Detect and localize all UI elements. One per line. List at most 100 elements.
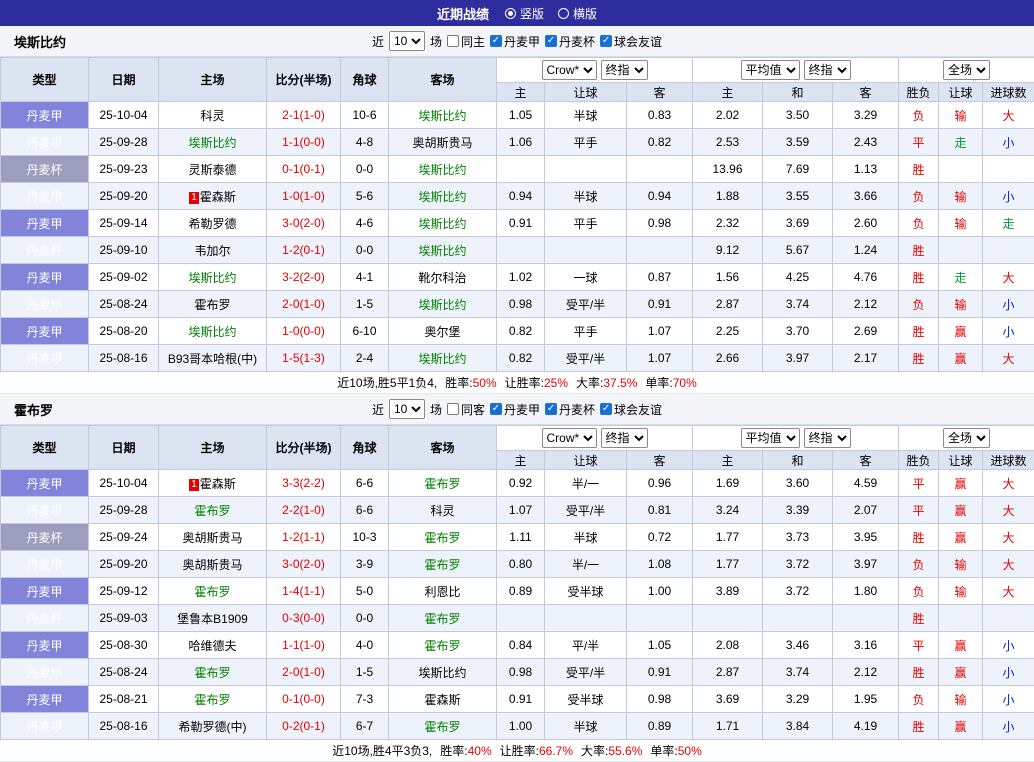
away-team-cell[interactable]: 霍布罗	[389, 713, 497, 740]
away-team-name[interactable]: 霍布罗	[424, 720, 460, 734]
away-team-name[interactable]: 埃斯比约	[418, 298, 466, 312]
home-team-name[interactable]: 奥胡斯贵马	[182, 531, 242, 545]
home-team-cell[interactable]: 哈维德夫	[159, 632, 267, 659]
home-team-cell[interactable]: 奥胡斯贵马	[159, 551, 267, 578]
away-team-name[interactable]: 霍布罗	[424, 639, 460, 653]
home-team-name[interactable]: B93哥本哈根(中)	[168, 352, 257, 366]
home-team-name[interactable]: 灵斯泰德	[188, 163, 236, 177]
home-team-name[interactable]: 堡鲁本B1909	[177, 612, 248, 626]
home-team-cell[interactable]: 希勒罗德(中)	[159, 713, 267, 740]
bookmaker-select[interactable]: Crow*	[542, 60, 597, 80]
home-team-cell[interactable]: 埃斯比约	[159, 318, 267, 345]
away-team-cell[interactable]: 埃斯比约	[389, 183, 497, 210]
bookmaker-select[interactable]: Crow*	[542, 428, 597, 448]
away-team-name[interactable]: 埃斯比约	[418, 352, 466, 366]
away-team-cell[interactable]: 霍布罗	[389, 551, 497, 578]
away-team-cell[interactable]: 埃斯比约	[389, 210, 497, 237]
away-team-cell[interactable]: 埃斯比约	[389, 659, 497, 686]
fulltime-select[interactable]: 全场	[943, 428, 990, 448]
away-team-cell[interactable]: 埃斯比约	[389, 102, 497, 129]
home-team-cell[interactable]: 霍布罗	[159, 497, 267, 524]
home-team-cell[interactable]: 奥胡斯贵马	[159, 524, 267, 551]
home-team-name[interactable]: 科灵	[200, 109, 224, 123]
away-team-cell[interactable]: 霍布罗	[389, 470, 497, 497]
radio-unselected-icon[interactable]	[558, 8, 569, 19]
away-team-name[interactable]: 科灵	[430, 504, 454, 518]
home-team-name[interactable]: 奥胡斯贵马	[182, 558, 242, 572]
away-team-cell[interactable]: 埃斯比约	[389, 291, 497, 318]
home-team-name[interactable]: 霍布罗	[194, 298, 230, 312]
away-team-name[interactable]: 埃斯比约	[418, 217, 466, 231]
average-select[interactable]: 平均值	[741, 60, 800, 80]
home-team-cell[interactable]: 1霍森斯	[159, 183, 267, 210]
recent-count-select[interactable]: 10	[389, 399, 425, 419]
home-team-name[interactable]: 埃斯比约	[188, 271, 236, 285]
home-team-name[interactable]: 希勒罗德	[188, 217, 236, 231]
home-team-cell[interactable]: 霍布罗	[159, 659, 267, 686]
home-team-name[interactable]: 哈维德夫	[188, 639, 236, 653]
league-checkbox[interactable]: 丹麦甲	[490, 33, 540, 50]
away-team-name[interactable]: 奥胡斯贵马	[412, 136, 472, 150]
away-team-name[interactable]: 埃斯比约	[418, 190, 466, 204]
home-team-name[interactable]: 韦加尔	[194, 244, 230, 258]
away-team-cell[interactable]: 靴尔科治	[389, 264, 497, 291]
away-team-name[interactable]: 埃斯比约	[418, 244, 466, 258]
away-team-name[interactable]: 霍布罗	[424, 612, 460, 626]
away-team-name[interactable]: 奥尔堡	[424, 325, 460, 339]
home-team-name[interactable]: 霍森斯	[200, 477, 236, 491]
home-team-name[interactable]: 霍布罗	[194, 585, 230, 599]
home-team-cell[interactable]: 霍布罗	[159, 578, 267, 605]
average-select[interactable]: 平均值	[741, 428, 800, 448]
home-team-cell[interactable]: 埃斯比约	[159, 129, 267, 156]
home-team-cell[interactable]: 希勒罗德	[159, 210, 267, 237]
home-team-cell[interactable]: 霍布罗	[159, 291, 267, 318]
friendly-checkbox[interactable]: 球会友谊	[600, 401, 662, 418]
recent-count-select[interactable]: 10	[389, 31, 425, 51]
radio-horizontal[interactable]: 横版	[558, 5, 597, 22]
away-team-cell[interactable]: 埃斯比约	[389, 156, 497, 183]
radio-vertical[interactable]: 竖版	[505, 5, 544, 22]
home-team-cell[interactable]: B93哥本哈根(中)	[159, 345, 267, 372]
radio-selected-icon[interactable]	[505, 8, 516, 19]
fulltime-select[interactable]: 全场	[943, 60, 990, 80]
home-team-cell[interactable]: 埃斯比约	[159, 264, 267, 291]
home-team-name[interactable]: 埃斯比约	[188, 325, 236, 339]
final-odds-select[interactable]: 终指	[804, 60, 851, 80]
final-odds-select[interactable]: 终指	[601, 428, 648, 448]
home-team-name[interactable]: 霍森斯	[200, 190, 236, 204]
away-team-cell[interactable]: 埃斯比约	[389, 345, 497, 372]
home-team-name[interactable]: 霍布罗	[194, 504, 230, 518]
away-team-name[interactable]: 霍布罗	[424, 477, 460, 491]
away-team-cell[interactable]: 埃斯比约	[389, 237, 497, 264]
away-team-name[interactable]: 靴尔科治	[418, 271, 466, 285]
away-team-cell[interactable]: 霍森斯	[389, 686, 497, 713]
home-team-name[interactable]: 霍布罗	[194, 693, 230, 707]
league-checkbox[interactable]: 丹麦甲	[490, 401, 540, 418]
home-team-cell[interactable]: 霍布罗	[159, 686, 267, 713]
away-team-cell[interactable]: 奥胡斯贵马	[389, 129, 497, 156]
away-team-cell[interactable]: 霍布罗	[389, 605, 497, 632]
away-team-name[interactable]: 霍布罗	[424, 558, 460, 572]
away-team-name[interactable]: 埃斯比约	[418, 163, 466, 177]
same-venue-checkbox[interactable]: 同主	[447, 33, 485, 50]
away-team-name[interactable]: 霍森斯	[424, 693, 460, 707]
home-team-cell[interactable]: 灵斯泰德	[159, 156, 267, 183]
home-team-name[interactable]: 希勒罗德(中)	[179, 720, 247, 734]
away-team-cell[interactable]: 科灵	[389, 497, 497, 524]
away-team-cell[interactable]: 奥尔堡	[389, 318, 497, 345]
home-team-name[interactable]: 霍布罗	[194, 666, 230, 680]
friendly-checkbox[interactable]: 球会友谊	[600, 33, 662, 50]
same-venue-checkbox[interactable]: 同客	[447, 401, 485, 418]
away-team-cell[interactable]: 利恩比	[389, 578, 497, 605]
home-team-cell[interactable]: 韦加尔	[159, 237, 267, 264]
away-team-name[interactable]: 埃斯比约	[418, 666, 466, 680]
home-team-name[interactable]: 埃斯比约	[188, 136, 236, 150]
final-odds-select[interactable]: 终指	[804, 428, 851, 448]
away-team-name[interactable]: 利恩比	[424, 585, 460, 599]
away-team-cell[interactable]: 霍布罗	[389, 524, 497, 551]
final-odds-select[interactable]: 终指	[601, 60, 648, 80]
away-team-name[interactable]: 埃斯比约	[418, 109, 466, 123]
away-team-name[interactable]: 霍布罗	[424, 531, 460, 545]
home-team-cell[interactable]: 1霍森斯	[159, 470, 267, 497]
away-team-cell[interactable]: 霍布罗	[389, 632, 497, 659]
